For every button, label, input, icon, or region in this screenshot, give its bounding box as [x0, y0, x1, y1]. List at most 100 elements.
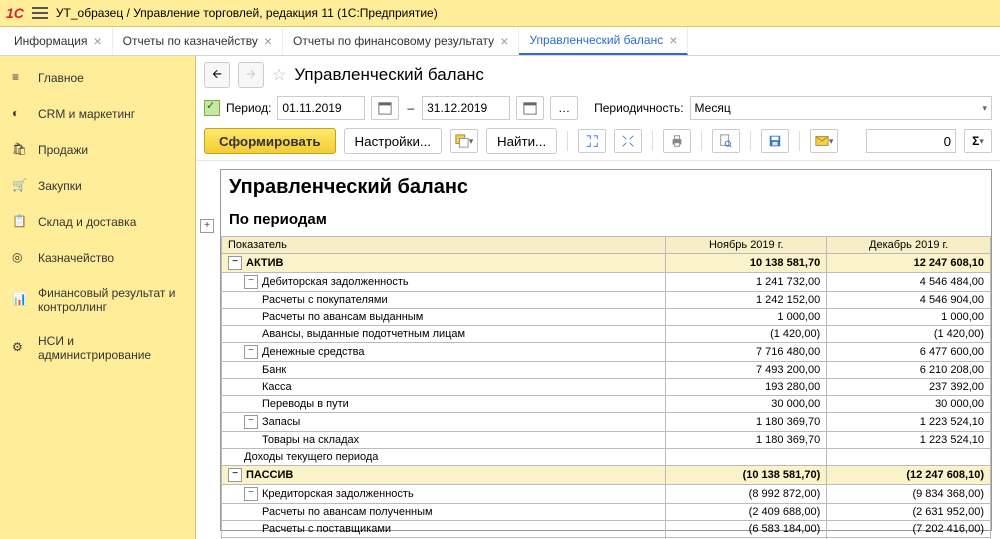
- row-label: Кредиторская задолженность: [262, 488, 414, 500]
- value-cell: 1 180 369,70: [666, 432, 827, 449]
- frequency-select[interactable]: Месяц ▾: [690, 96, 992, 120]
- sidebar-item-icon: 📊: [12, 292, 28, 308]
- sidebar-item[interactable]: 🛒Закупки: [0, 168, 195, 204]
- row-expander[interactable]: −: [244, 487, 258, 501]
- table-row: Касса193 280,00237 392,00: [222, 379, 991, 396]
- date-to-input[interactable]: [422, 96, 510, 120]
- value-cell: (2 631 952,00): [827, 504, 991, 521]
- value-cell: 1 241 732,00: [666, 273, 827, 292]
- sidebar-item[interactable]: ≡Главное: [0, 60, 195, 96]
- close-tab-icon[interactable]: ×: [500, 33, 508, 49]
- value-cell: 4 546 484,00: [827, 273, 991, 292]
- date-to-picker-button[interactable]: [516, 96, 544, 120]
- outer-expand-button[interactable]: +: [200, 219, 214, 233]
- run-report-button[interactable]: Сформировать: [204, 128, 336, 154]
- row-expander[interactable]: −: [244, 275, 258, 289]
- value-cell: (1 420,00): [827, 326, 991, 343]
- column-header: Показатель: [222, 237, 666, 254]
- table-row: Товары на складах1 180 369,701 223 524,1…: [222, 432, 991, 449]
- date-from-picker-button[interactable]: [371, 96, 399, 120]
- nav-back-button[interactable]: 🡨: [204, 62, 230, 88]
- row-label-cell: −ПАССИВ: [222, 466, 666, 485]
- sidebar-item-icon: 🛍: [12, 142, 28, 158]
- row-label-cell: Переводы в пути: [222, 396, 666, 413]
- settings-button[interactable]: Настройки...: [344, 128, 442, 154]
- row-label-cell: −Дебиторская задолженность: [222, 273, 666, 292]
- row-expander[interactable]: −: [244, 415, 258, 429]
- row-expander[interactable]: −: [228, 468, 242, 482]
- tab[interactable]: Отчеты по финансовому результату×: [283, 27, 519, 55]
- tab[interactable]: Управленческий баланс ×: [519, 27, 688, 55]
- value-cell: 7 493 200,00: [666, 362, 827, 379]
- sidebar-item[interactable]: ⚙НСИ и администрирование: [0, 324, 195, 372]
- print-button[interactable]: [663, 129, 691, 153]
- sidebar-item[interactable]: 🛍Продажи: [0, 132, 195, 168]
- row-label: Расчеты по авансам выданным: [262, 311, 423, 323]
- expand-all-button[interactable]: [578, 129, 606, 153]
- period-select-button[interactable]: …: [550, 96, 578, 120]
- sidebar-item-label: Казначейство: [38, 251, 114, 265]
- row-label: Касса: [262, 381, 292, 393]
- value-cell: [827, 449, 991, 466]
- row-label: Доходы текущего периода: [244, 451, 378, 463]
- find-button[interactable]: Найти...: [486, 128, 557, 154]
- value-cell: (7 202 416,00): [827, 521, 991, 538]
- value-cell: 1 242 152,00: [666, 292, 827, 309]
- row-label: Переводы в пути: [262, 398, 349, 410]
- row-label-cell: Расчеты по авансам выданным: [222, 309, 666, 326]
- main-menu-icon[interactable]: [32, 7, 48, 19]
- row-label: Авансы, выданные подотчетным лицам: [262, 328, 465, 340]
- sidebar-item[interactable]: ◎Казначейство: [0, 240, 195, 276]
- email-button[interactable]: ▾: [810, 129, 838, 153]
- sidebar-item-label: Главное: [38, 71, 84, 85]
- sidebar-item[interactable]: ◐CRM и маркетинг: [0, 96, 195, 132]
- value-cell: 6 477 600,00: [827, 343, 991, 362]
- row-expander[interactable]: −: [244, 345, 258, 359]
- value-cell: [666, 449, 827, 466]
- row-label: Расчеты по авансам полученным: [262, 506, 433, 518]
- row-label: АКТИВ: [246, 257, 284, 269]
- sidebar-item-icon: 📋: [12, 214, 28, 230]
- value-cell: (12 247 608,10): [827, 466, 991, 485]
- sidebar-item[interactable]: 📊 Финансовый результат и контроллинг: [0, 276, 195, 324]
- row-label-cell: Касса: [222, 379, 666, 396]
- preview-button[interactable]: [712, 129, 740, 153]
- nav-forward-button[interactable]: 🡪: [238, 62, 264, 88]
- sidebar-item-icon: 🛒: [12, 178, 28, 194]
- row-expander[interactable]: −: [228, 256, 242, 270]
- table-row: −АКТИВ10 138 581,7012 247 608,10: [222, 254, 991, 273]
- row-label-cell: Товары на складах: [222, 432, 666, 449]
- value-cell: 1 223 524,10: [827, 413, 991, 432]
- variant-number-input[interactable]: [866, 129, 956, 153]
- tab[interactable]: Отчеты по казначейству×: [113, 27, 283, 55]
- sidebar-item[interactable]: 📋Склад и доставка: [0, 204, 195, 240]
- row-label-cell: Расчеты по авансам полученным: [222, 504, 666, 521]
- date-from-input[interactable]: [277, 96, 365, 120]
- value-cell: 6 210 208,00: [827, 362, 991, 379]
- row-label-cell: −Кредиторская задолженность: [222, 485, 666, 504]
- close-tab-icon[interactable]: ×: [93, 33, 101, 49]
- close-tab-icon[interactable]: ×: [264, 33, 272, 49]
- period-label: Период:: [226, 101, 271, 115]
- sum-button[interactable]: Σ▾: [964, 129, 992, 153]
- variants-button[interactable]: ▾: [450, 129, 478, 153]
- value-cell: 30 000,00: [827, 396, 991, 413]
- row-label: ПАССИВ: [246, 469, 293, 481]
- save-button[interactable]: [761, 129, 789, 153]
- period-checkbox[interactable]: [204, 100, 220, 116]
- collapse-all-button[interactable]: [614, 129, 642, 153]
- close-tab-icon[interactable]: ×: [669, 32, 677, 48]
- sidebar-item-label: НСИ и администрирование: [38, 334, 183, 362]
- tab-label: Управленческий баланс: [529, 33, 663, 47]
- value-cell: 4 546 904,00: [827, 292, 991, 309]
- tab[interactable]: Информация×: [4, 27, 113, 55]
- sidebar-item-label: Финансовый результат и контроллинг: [38, 286, 183, 314]
- report-title: Управленческий баланс: [221, 170, 991, 201]
- table-row: −ПАССИВ(10 138 581,70)(12 247 608,10): [222, 466, 991, 485]
- favorite-star-icon[interactable]: ☆: [272, 65, 286, 85]
- page-title: Управленческий баланс: [294, 65, 484, 85]
- row-label-cell: −Денежные средства: [222, 343, 666, 362]
- column-header: Ноябрь 2019 г.: [666, 237, 827, 254]
- row-label: Запасы: [262, 416, 300, 428]
- row-label-cell: Расчеты с поставщиками: [222, 521, 666, 538]
